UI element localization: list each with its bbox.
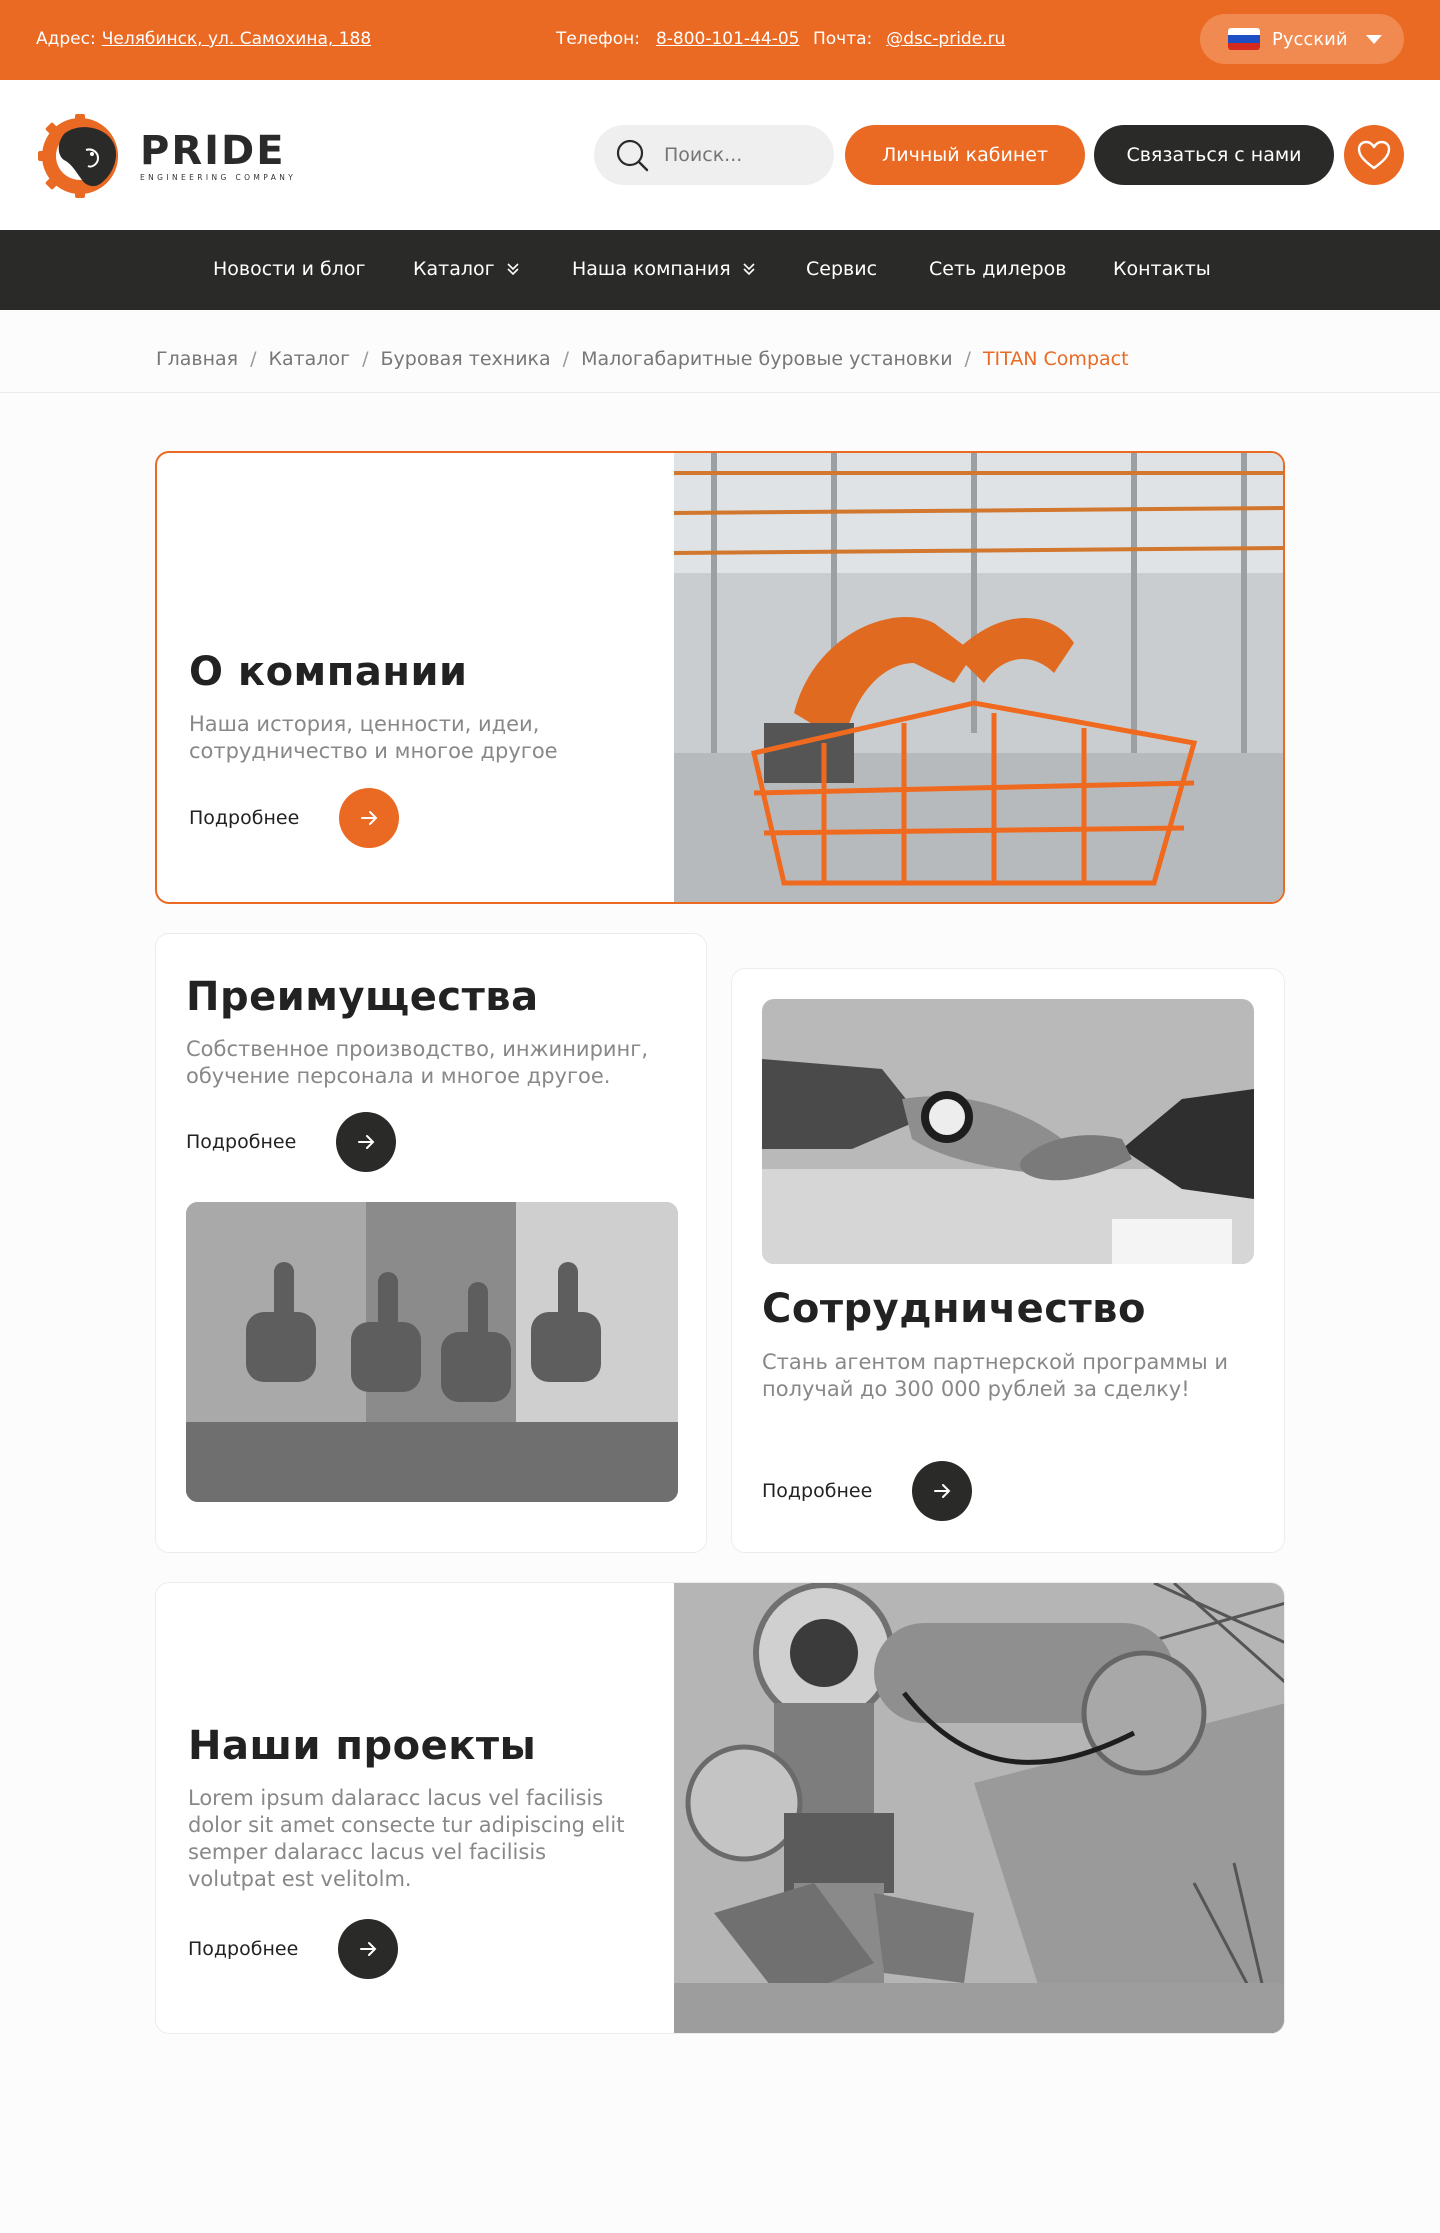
phone-link[interactable]: 8-800-101-44-05: [656, 29, 800, 49]
breadcrumb-separator: /: [250, 348, 257, 370]
breadcrumb-item[interactable]: Буровая техника: [381, 348, 551, 370]
arrow-right-icon: [358, 1135, 375, 1149]
favorites-button[interactable]: [1344, 125, 1404, 185]
contact-us-button[interactable]: Связаться с нами: [1094, 125, 1334, 185]
language-selector[interactable]: Русский: [1200, 14, 1404, 64]
card-description: Собственное производство, инжиниринг, об…: [186, 1037, 648, 1088]
card-title: Преимущества: [186, 974, 539, 1020]
logo[interactable]: PRIDE ENGINEERING COMPANY: [34, 114, 296, 198]
mail-label: Почта:: [813, 29, 873, 49]
more-label: Подробнее: [189, 807, 300, 829]
divider: [0, 392, 1440, 393]
nav-item-company[interactable]: Наша компания: [572, 258, 757, 280]
more-link[interactable]: Подробнее: [188, 1919, 399, 1979]
mail: Почта: @dsc-pride.ru: [813, 29, 1005, 49]
language-label: Русский: [1272, 28, 1348, 50]
breadcrumb-item[interactable]: Каталог: [268, 348, 350, 370]
card-title: Сотрудничество: [762, 1286, 1146, 1332]
nav-item-label: Новости и блог: [213, 258, 366, 280]
lion-gear-logo-icon: [38, 114, 119, 198]
about-card[interactable]: О компании Наша история, ценности, идеи,…: [155, 451, 1285, 904]
arrow-button[interactable]: [336, 1112, 397, 1172]
arrow-right-icon: [361, 811, 378, 825]
search-box[interactable]: [594, 125, 834, 185]
phone: Телефон: 8-800-101-44-05: [556, 29, 799, 49]
arrow-button[interactable]: [339, 788, 400, 848]
projects-card[interactable]: Наши проекты Lorem ipsum dalaracc lacus …: [155, 1582, 1285, 2034]
breadcrumb-separator: /: [562, 348, 570, 370]
russia-flag-icon: [1228, 28, 1260, 50]
nav-item-service[interactable]: Сервис: [806, 258, 877, 280]
address: Адрес: Челябинск, ул. Самохина, 188: [36, 29, 371, 49]
breadcrumb-separator: /: [964, 348, 971, 370]
logo-wordmark: PRIDE: [140, 127, 286, 174]
card-description: Стань агентом партнерской программы и по…: [762, 1350, 1228, 1401]
nav-item-news[interactable]: Новости и блог: [213, 258, 366, 280]
logo-text: PRIDE ENGINEERING COMPANY: [140, 131, 296, 182]
arrow-button[interactable]: [912, 1461, 973, 1521]
nav-item-label: Каталог: [413, 258, 495, 280]
heart-icon: [1357, 140, 1391, 170]
cooperation-card[interactable]: Сотрудничество Стань агентом партнерской…: [731, 968, 1285, 1553]
advantages-card[interactable]: Преимущества Собственное производство, и…: [155, 933, 707, 1553]
header: PRIDE ENGINEERING COMPANY Личный кабинет…: [0, 80, 1440, 230]
top-bar: Адрес: Челябинск, ул. Самохина, 188 Телеф…: [0, 0, 1440, 80]
more-label: Подробнее: [188, 1938, 299, 1960]
breadcrumb-item[interactable]: Главная: [156, 348, 238, 370]
more-label: Подробнее: [762, 1480, 873, 1502]
chevron-double-down-icon: [743, 263, 755, 276]
breadcrumb: Главная / Каталог / Буровая техника / Малогаба…: [156, 348, 1129, 370]
robot-arm-image: [674, 1583, 1284, 2033]
address-link[interactable]: Челябинск, ул. Самохина, 188: [102, 29, 371, 49]
thumbs-up-image: [186, 1202, 678, 1502]
more-link[interactable]: Подробнее: [189, 788, 400, 848]
factory-robots-image: [674, 453, 1283, 902]
arrow-button[interactable]: [338, 1919, 399, 1979]
breadcrumb-current: TITAN Compact: [982, 348, 1129, 370]
handshake-image: [762, 999, 1254, 1264]
personal-cabinet-button[interactable]: Личный кабинет: [845, 125, 1085, 185]
breadcrumb-item[interactable]: Малогабаритные буровые установки: [581, 348, 952, 370]
mail-link[interactable]: @dsc-pride.ru: [886, 29, 1005, 49]
more-link[interactable]: Подробнее: [186, 1112, 397, 1172]
more-label: Подробнее: [186, 1131, 297, 1153]
nav-item-dealers[interactable]: Сеть дилеров: [929, 258, 1066, 280]
nav-item-label: Сеть дилеров: [929, 258, 1067, 280]
arrow-right-icon: [360, 1942, 377, 1956]
chevron-double-down-icon: [507, 263, 519, 276]
more-link[interactable]: Подробнее: [762, 1461, 973, 1521]
card-title: О компании: [189, 649, 468, 695]
search-icon: [616, 139, 649, 172]
nav-item-contacts[interactable]: Контакты: [1113, 258, 1211, 280]
phone-label: Телефон:: [556, 29, 640, 49]
nav-item-label: Сервис: [806, 258, 878, 280]
search-input[interactable]: [664, 144, 814, 166]
card-title: Наши проекты: [188, 1723, 537, 1769]
nav-item-catalog[interactable]: Каталог: [413, 258, 521, 280]
card-description: Наша история, ценности, идеи, сотрудниче…: [189, 712, 558, 763]
address-label: Адрес:: [36, 29, 96, 49]
arrow-right-icon: [934, 1484, 951, 1498]
nav-item-label: Наша компания: [572, 258, 731, 280]
main-nav: Новости и блог Каталог Наша компания Сер…: [0, 230, 1440, 310]
breadcrumb-separator: /: [362, 348, 369, 370]
nav-item-label: Контакты: [1113, 258, 1211, 280]
logo-tagline: ENGINEERING COMPANY: [140, 172, 297, 182]
card-description: Lorem ipsum dalaracc lacus vel facilisis…: [188, 1786, 625, 1891]
caret-down-icon: [1365, 34, 1382, 44]
